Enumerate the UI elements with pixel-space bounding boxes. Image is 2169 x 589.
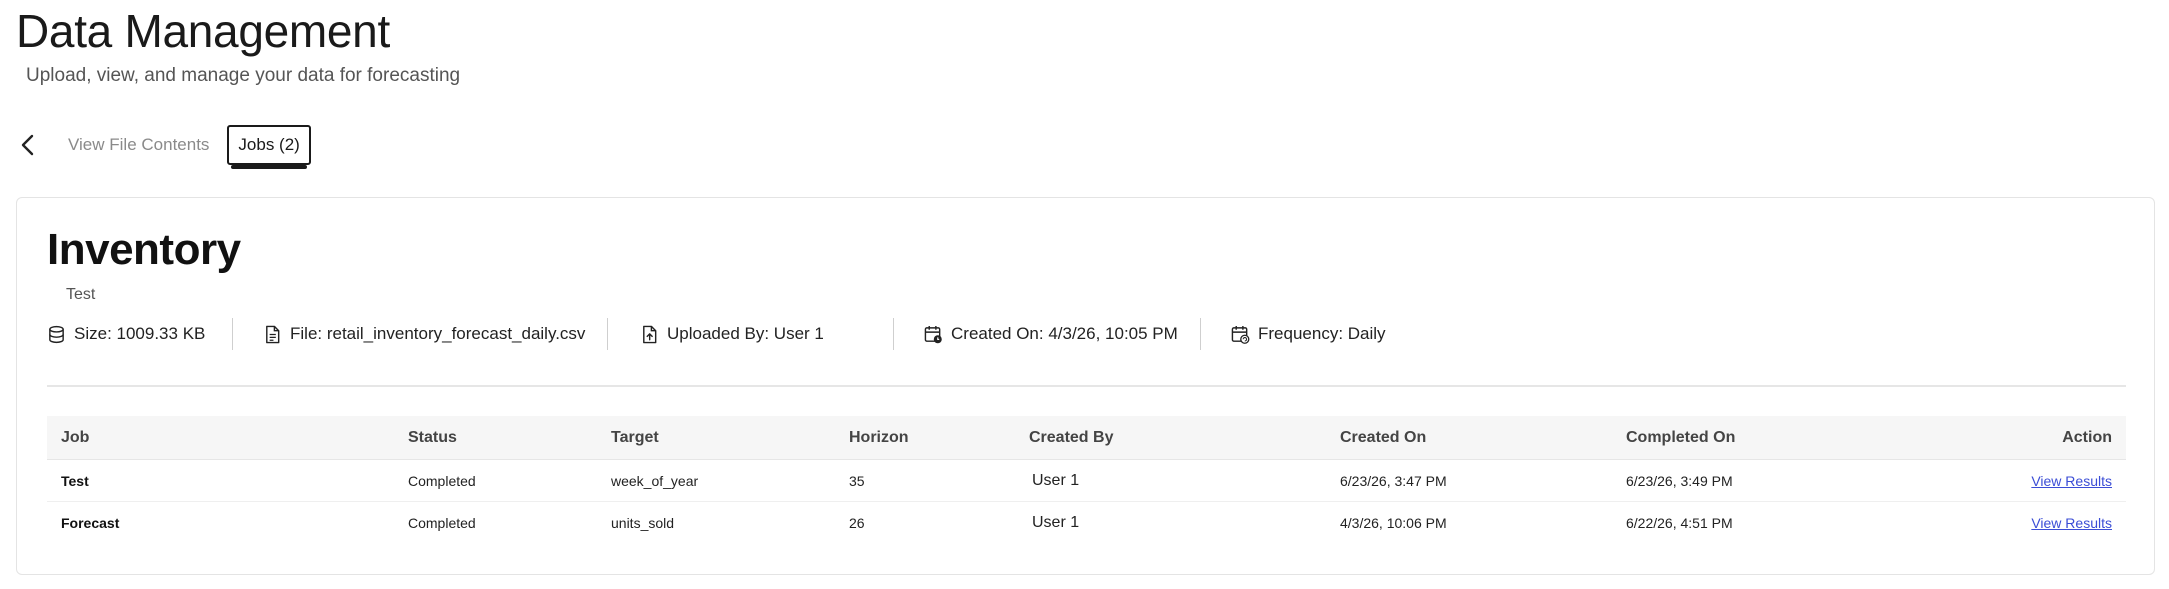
cell-target: units_sold <box>611 515 675 531</box>
table-header: Job Status Target Horizon Created By Cre… <box>47 416 2126 460</box>
meta-size-text: Size: 1009.33 KB <box>74 324 206 343</box>
tab-jobs[interactable]: Jobs (2) <box>227 125 311 169</box>
meta-frequency-text: Frequency: Daily <box>1258 324 1386 343</box>
meta-file: File: retail_inventory_forecast_daily.cs… <box>233 317 607 351</box>
header-action: Action <box>2062 428 2112 446</box>
calendar-repeat-icon <box>1231 325 1250 344</box>
meta-size: Size: 1009.33 KB <box>47 317 232 351</box>
cell-created-by: User 1 <box>1032 471 1080 489</box>
header-job: Job <box>61 428 90 446</box>
cell-horizon: 35 <box>849 472 865 489</box>
cell-created-on: 6/23/26, 3:47 PM <box>1340 472 1447 489</box>
table-row: Test Completed week_of_year 35 User 1 6/… <box>47 460 2126 502</box>
cell-target: week_of_year <box>611 472 699 489</box>
header-created-on: Created On <box>1340 428 1427 446</box>
chevron-left-icon <box>21 134 34 156</box>
file-upload-icon <box>643 325 657 343</box>
cell-completed-on: 6/23/26, 3:49 PM <box>1626 472 1733 489</box>
meta-uploaded-by: Uploaded By: User 1 <box>608 317 893 351</box>
meta-file-text: File: retail_inventory_forecast_daily.cs… <box>290 324 586 343</box>
tab-view-file-contents[interactable]: View File Contents <box>68 135 209 155</box>
calendar-clock-icon <box>924 325 942 343</box>
dataset-card: Inventory Test Size: 1009.33 KB File: re… <box>16 197 2155 575</box>
dataset-meta: Size: 1009.33 KB File: retail_inventory_… <box>47 317 1386 351</box>
jobs-table: Job Status Target Horizon Created By Cre… <box>47 416 2126 544</box>
back-button[interactable] <box>14 131 42 159</box>
database-icon <box>49 325 64 343</box>
file-icon <box>266 325 280 343</box>
sub-navigation: View File Contents Jobs (2) <box>14 122 311 169</box>
header-created-by: Created By <box>1029 428 1114 446</box>
header-target: Target <box>611 428 659 446</box>
divider <box>47 385 2126 387</box>
header-status: Status <box>408 428 457 446</box>
cell-job: Forecast <box>61 515 120 531</box>
header-completed-on: Completed On <box>1626 428 1736 446</box>
page-subtitle: Upload, view, and manage your data for f… <box>26 65 461 86</box>
header-horizon: Horizon <box>849 428 909 446</box>
meta-created-on-text: Created On: 4/3/26, 10:05 PM <box>951 324 1178 343</box>
meta-created-on: Created On: 4/3/26, 10:05 PM <box>894 317 1200 351</box>
view-results-link[interactable]: View Results <box>2031 515 2112 531</box>
page-title: Data Management <box>16 5 390 57</box>
cell-status: Completed <box>408 472 476 489</box>
meta-uploaded-by-text: Uploaded By: User 1 <box>667 324 824 343</box>
cell-job: Test <box>61 472 89 489</box>
view-results-link[interactable]: View Results <box>2031 473 2112 489</box>
cell-horizon: 26 <box>849 515 865 531</box>
dataset-description: Test <box>66 286 96 303</box>
meta-frequency: Frequency: Daily <box>1201 317 1386 351</box>
cell-created-on: 4/3/26, 10:06 PM <box>1340 515 1447 531</box>
cell-completed-on: 6/22/26, 4:51 PM <box>1626 515 1733 531</box>
cell-created-by: User 1 <box>1032 514 1080 531</box>
dataset-name: Inventory <box>47 225 241 274</box>
table-row: Forecast Completed units_sold 26 User 1 … <box>47 502 2126 544</box>
cell-status: Completed <box>408 515 476 531</box>
